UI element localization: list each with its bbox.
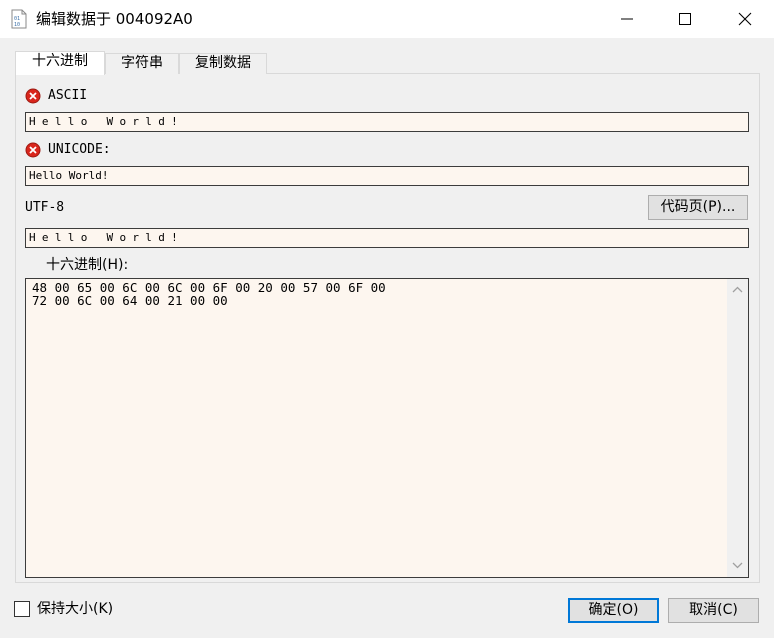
svg-text:10: 10 [14, 22, 20, 28]
error-icon [25, 88, 41, 104]
ascii-label: ASCII [48, 88, 88, 103]
close-button[interactable] [716, 0, 774, 38]
minimize-icon [621, 18, 633, 20]
scroll-up-icon[interactable] [732, 286, 743, 293]
utf8-field[interactable]: Hello World! [25, 228, 749, 248]
tab-string[interactable]: 字符串 [105, 53, 179, 74]
tab-hex[interactable]: 十六进制 [15, 51, 105, 75]
maximize-icon [679, 13, 691, 25]
title-bar: 01 10 编辑数据于 004092A0 [0, 0, 774, 38]
tab-copy-data[interactable]: 复制数据 [179, 53, 267, 74]
unicode-field[interactable]: Hello World! [25, 166, 749, 186]
vertical-scrollbar[interactable] [727, 279, 748, 577]
error-icon [25, 142, 41, 158]
codepage-button[interactable]: 代码页(P)... [648, 195, 748, 220]
ascii-field[interactable]: Hello World! [25, 112, 749, 132]
hex-text: 48 00 65 00 6C 00 6C 00 6F 00 20 00 57 0… [32, 281, 722, 307]
keep-size-checkbox[interactable] [14, 601, 30, 617]
minimize-button[interactable] [598, 0, 656, 38]
scroll-down-icon[interactable] [732, 562, 743, 569]
cancel-button[interactable]: 取消(C) [668, 598, 759, 623]
binary-file-icon: 01 10 [11, 9, 27, 29]
unicode-label: UNICODE: [48, 142, 111, 157]
hex-line: 72 00 6C 00 64 00 21 00 00 [32, 293, 228, 308]
keep-size-label: 保持大小(K) [37, 601, 114, 617]
hex-label: 十六进制(H): [46, 257, 129, 273]
maximize-button[interactable] [656, 0, 714, 38]
ok-button[interactable]: 确定(O) [568, 598, 659, 623]
close-icon [738, 12, 752, 26]
utf8-label: UTF-8 [25, 200, 65, 215]
hex-editor[interactable]: 48 00 65 00 6C 00 6C 00 6F 00 20 00 57 0… [25, 278, 749, 578]
window-title: 编辑数据于 004092A0 [36, 10, 193, 28]
